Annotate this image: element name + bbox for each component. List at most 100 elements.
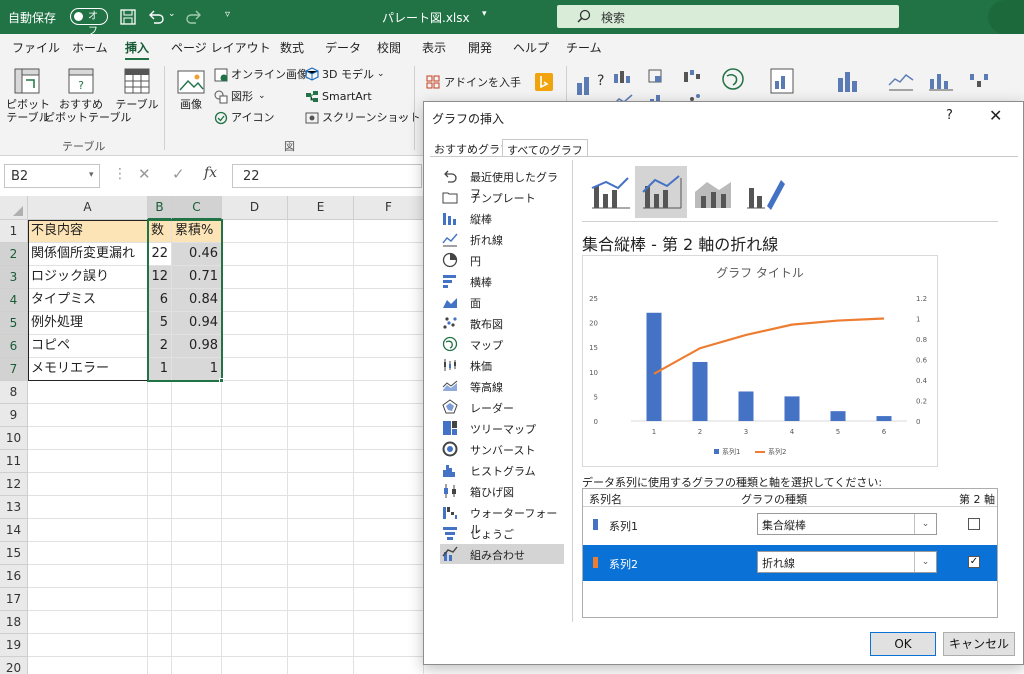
- 3d-model-dropdown-icon[interactable]: ⌄: [377, 68, 385, 81]
- column-header-e[interactable]: E: [288, 196, 354, 220]
- pivot-chart-icon[interactable]: [770, 68, 794, 94]
- cell-b4[interactable]: 6: [148, 289, 172, 312]
- tab-help[interactable]: ヘルプ: [513, 39, 549, 56]
- grid-cell[interactable]: [222, 565, 288, 588]
- grid-cell[interactable]: [288, 312, 354, 335]
- tab-data[interactable]: データ: [325, 39, 361, 56]
- grid-cell[interactable]: [354, 243, 424, 266]
- row-header[interactable]: 19: [0, 634, 28, 657]
- grid-cell[interactable]: [28, 565, 148, 588]
- table-icon[interactable]: [124, 68, 150, 94]
- cell-a6[interactable]: コピペ: [28, 335, 148, 358]
- cell-c1[interactable]: 累積%: [172, 220, 222, 243]
- hierarchy-chart-icon[interactable]: [648, 69, 670, 83]
- grid-cell[interactable]: [222, 657, 288, 674]
- row-header[interactable]: 12: [0, 473, 28, 496]
- waterfall-chart-icon[interactable]: [682, 69, 704, 83]
- chart-type-waterfall[interactable]: ウォーターフォール: [440, 502, 564, 536]
- grid-cell[interactable]: [172, 588, 222, 611]
- tab-team[interactable]: チーム: [566, 39, 602, 56]
- tab-file[interactable]: ファイル: [12, 39, 60, 56]
- more-options-icon[interactable]: ⋮: [113, 166, 127, 182]
- sparkline-line-icon[interactable]: [888, 71, 914, 91]
- table-label[interactable]: テーブル: [114, 98, 160, 111]
- combo-subtype-stacked-area[interactable]: [687, 166, 739, 218]
- cancel-entry-icon[interactable]: ✕: [138, 165, 151, 183]
- column-header-d[interactable]: D: [222, 196, 288, 220]
- chart-type-radar[interactable]: レーダー: [440, 397, 564, 417]
- grid-cell[interactable]: [288, 519, 354, 542]
- tab-review[interactable]: 校閲: [377, 39, 401, 56]
- grid-cell[interactable]: [354, 634, 424, 657]
- tab-home[interactable]: ホーム: [72, 39, 108, 56]
- row-header[interactable]: 16: [0, 565, 28, 588]
- grid-cell[interactable]: [28, 588, 148, 611]
- grid-cell[interactable]: [222, 289, 288, 312]
- customize-qat-icon[interactable]: ▿: [225, 9, 230, 20]
- cell-a4[interactable]: タイプミス: [28, 289, 148, 312]
- grid-cell[interactable]: [148, 473, 172, 496]
- tab-page-layout[interactable]: ページ レイアウト: [171, 39, 271, 56]
- close-icon[interactable]: ✕: [989, 106, 1002, 125]
- grid-cell[interactable]: [354, 588, 424, 611]
- name-box-dropdown-icon[interactable]: ▾: [89, 170, 94, 180]
- cell-c5[interactable]: 0.94: [172, 312, 222, 335]
- shapes-icon[interactable]: [214, 90, 228, 104]
- row-header[interactable]: 4: [0, 289, 28, 312]
- grid-cell[interactable]: [288, 289, 354, 312]
- tab-formulas[interactable]: 数式: [280, 39, 304, 56]
- cell-b6[interactable]: 2: [148, 335, 172, 358]
- grid-cell[interactable]: [288, 358, 354, 381]
- grid-cell[interactable]: [354, 657, 424, 674]
- row-header[interactable]: 9: [0, 404, 28, 427]
- grid-cell[interactable]: [28, 519, 148, 542]
- autosave-toggle[interactable]: オフ: [70, 8, 108, 37]
- grid-cell[interactable]: [354, 335, 424, 358]
- tab-developer[interactable]: 開発: [468, 39, 492, 56]
- series-chart-type-select[interactable]: 折れ線 ⌄: [757, 551, 937, 573]
- grid-cell[interactable]: [222, 312, 288, 335]
- grid-cell[interactable]: [148, 588, 172, 611]
- shapes-dropdown-icon[interactable]: ⌄: [258, 90, 266, 103]
- grid-cell[interactable]: [288, 634, 354, 657]
- row-header[interactable]: 1: [0, 220, 28, 243]
- grid-cell[interactable]: [288, 243, 354, 266]
- grid-cell[interactable]: [222, 588, 288, 611]
- grid-cell[interactable]: [28, 634, 148, 657]
- grid-cell[interactable]: [172, 450, 222, 473]
- grid-cell[interactable]: [354, 381, 424, 404]
- grid-cell[interactable]: [222, 404, 288, 427]
- grid-cell[interactable]: [354, 542, 424, 565]
- row-header[interactable]: 7: [0, 358, 28, 381]
- 3d-model-label[interactable]: 3D モデル: [322, 68, 374, 81]
- grid-cell[interactable]: [354, 611, 424, 634]
- chart-type-scatter[interactable]: 散布図: [440, 313, 564, 333]
- grid-cell[interactable]: [354, 289, 424, 312]
- grid-cell[interactable]: [354, 496, 424, 519]
- cell-b3[interactable]: 12: [148, 266, 172, 289]
- grid-cell[interactable]: [222, 473, 288, 496]
- cell-c7[interactable]: 1: [172, 358, 222, 381]
- grid-cell[interactable]: [28, 404, 148, 427]
- tab-view[interactable]: 表示: [422, 39, 446, 56]
- pivot-table-icon[interactable]: [14, 68, 40, 94]
- grid-cell[interactable]: [222, 634, 288, 657]
- chart-type-line[interactable]: 折れ線: [440, 229, 564, 249]
- smartart-label[interactable]: SmartArt: [322, 90, 372, 103]
- insert-function-icon[interactable]: fx: [204, 165, 217, 181]
- icons-label[interactable]: アイコン: [231, 111, 274, 124]
- grid-cell[interactable]: [288, 473, 354, 496]
- sparkline-winloss-icon[interactable]: [968, 71, 994, 91]
- grid-cell[interactable]: [148, 519, 172, 542]
- screenshot-icon[interactable]: [305, 111, 319, 125]
- chart-type-pie[interactable]: 円: [440, 250, 564, 270]
- grid-cell[interactable]: [148, 404, 172, 427]
- grid-cell[interactable]: [222, 381, 288, 404]
- save-icon[interactable]: [120, 9, 136, 25]
- row-header[interactable]: 11: [0, 450, 28, 473]
- grid-cell[interactable]: [148, 427, 172, 450]
- series-row-1[interactable]: 系列1 集合縦棒 ⌄: [583, 507, 997, 543]
- get-addins-label[interactable]: アドインを入手: [444, 76, 521, 89]
- column-header-f[interactable]: F: [354, 196, 424, 220]
- grid-cell[interactable]: [148, 565, 172, 588]
